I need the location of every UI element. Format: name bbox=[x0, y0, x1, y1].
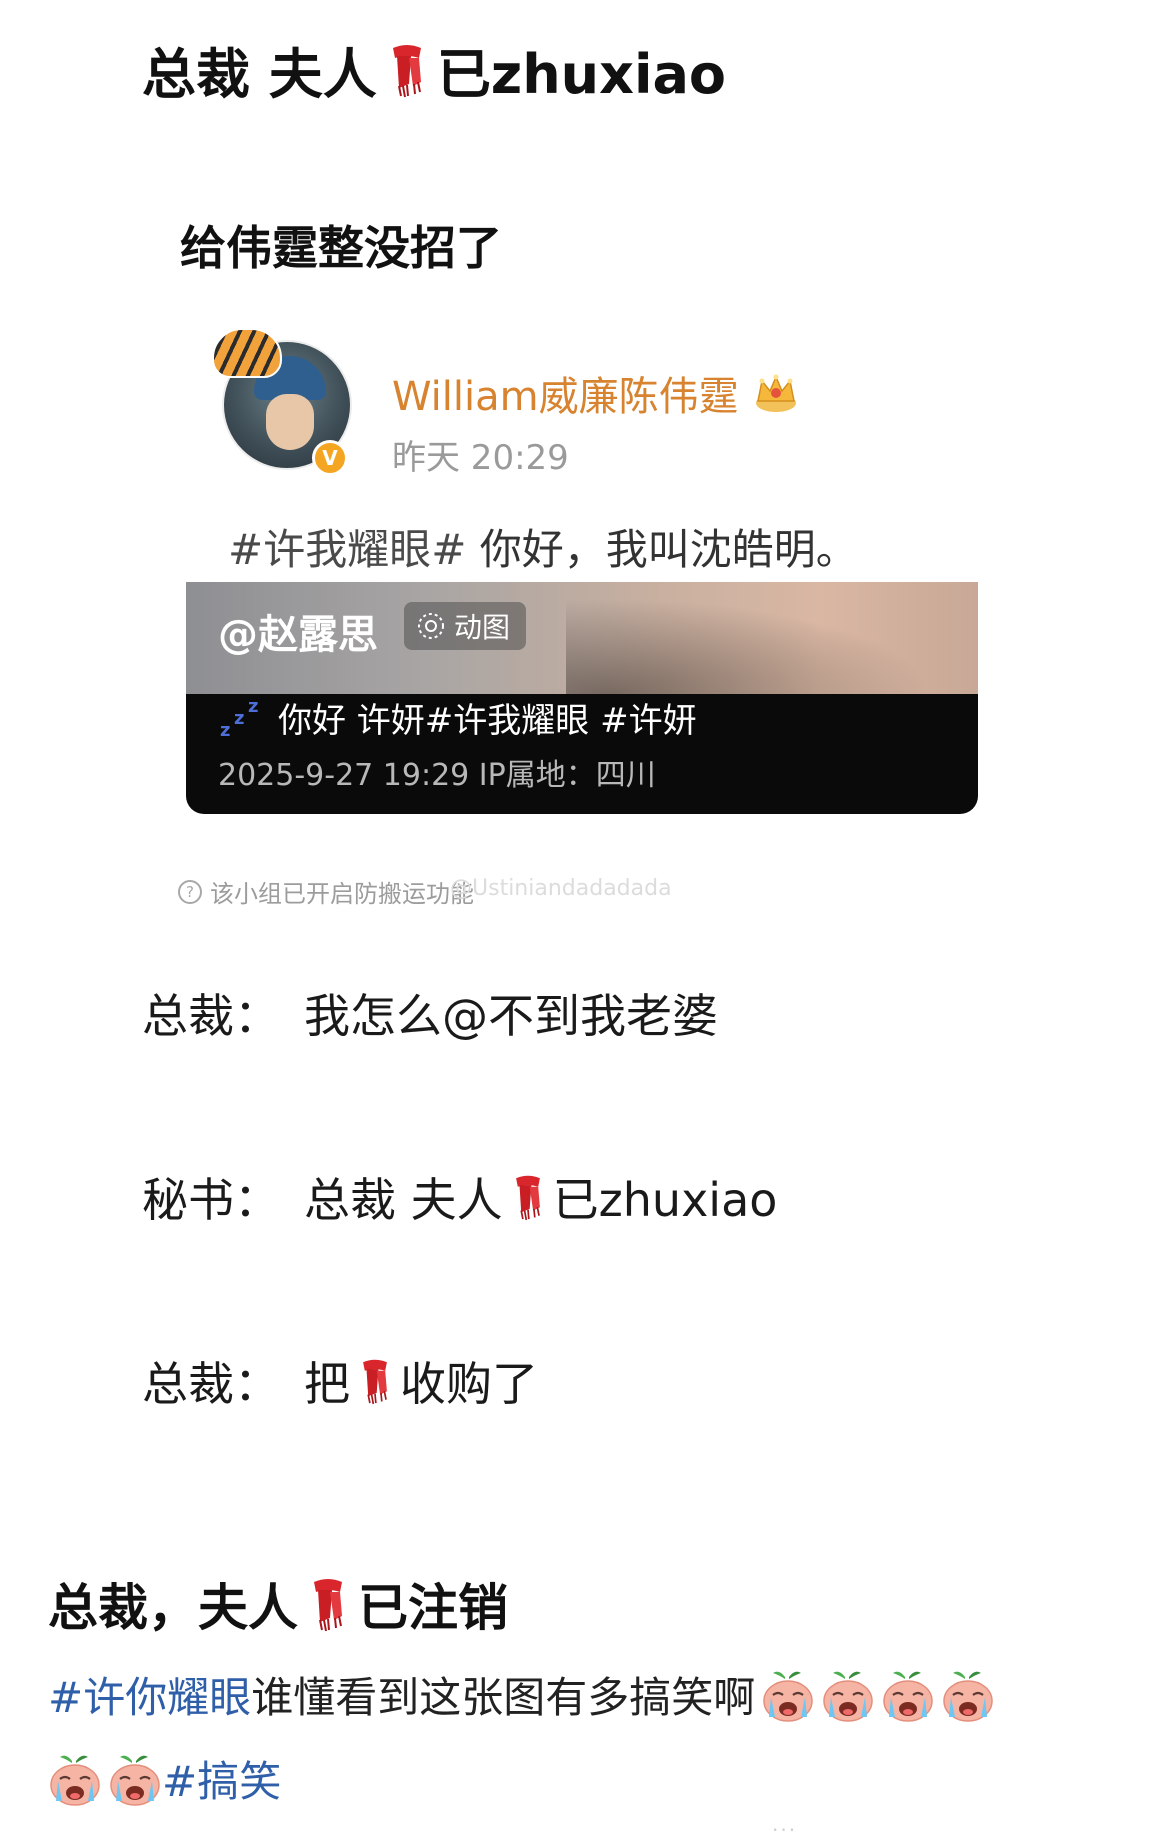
header-title-prefix: 总裁 夫人 bbox=[142, 43, 377, 106]
footer-hashtag[interactable]: #搞笑 bbox=[162, 1748, 281, 1809]
dialog-text-suffix: 已zhuxiao bbox=[552, 1173, 778, 1227]
embedded-mention[interactable]: @赵露思 bbox=[218, 602, 378, 660]
zzz-icon: z z z bbox=[220, 696, 258, 741]
gif-label: 动图 bbox=[454, 611, 511, 644]
scarf-icon bbox=[308, 1576, 348, 1632]
crying-face-icon bbox=[48, 1751, 102, 1807]
scarf-icon bbox=[358, 1356, 392, 1406]
footer-title-prefix: 总裁，夫人 bbox=[48, 1579, 298, 1637]
crying-face-icon bbox=[108, 1751, 162, 1807]
crying-face-icon bbox=[941, 1667, 995, 1723]
svg-text:z: z bbox=[248, 696, 258, 717]
embedded-caption-text: 你好 许妍#许我耀眼 #许妍 bbox=[278, 700, 697, 741]
dialog-line-2: 秘书： 总裁 夫人 已zhuxiao bbox=[142, 1164, 777, 1230]
post-author-name[interactable]: William威廉陈伟霆 bbox=[392, 364, 799, 422]
dialog-text: 我怎么@不到我老婆 bbox=[304, 989, 718, 1043]
image-shadow bbox=[566, 582, 978, 694]
watermark: @Ustiniandadadada bbox=[450, 876, 672, 901]
question-icon: ? bbox=[178, 879, 202, 904]
post-text: #许我耀眼# 你好，我叫沈皓明。 bbox=[228, 516, 858, 577]
crying-face-icon bbox=[821, 1667, 875, 1723]
crown-icon bbox=[755, 374, 796, 412]
verified-badge-icon: V bbox=[312, 440, 348, 476]
gif-tag: 动图 bbox=[404, 602, 527, 650]
header-title-suffix: 已zhuxiao bbox=[436, 43, 727, 106]
svg-text:z: z bbox=[220, 720, 230, 741]
dialog-text-prefix: 把 bbox=[304, 1357, 350, 1411]
embedded-post-card[interactable]: @赵露思 动图 z z z 你好 许妍#许我耀眼 #许妍 2025-9-27 1… bbox=[186, 582, 978, 814]
face-shape bbox=[266, 394, 314, 450]
footer-caption-text: 谁懂看到这张图有多搞笑啊 bbox=[251, 1673, 756, 1722]
header-subtitle: 给伟霆整没招了 bbox=[180, 221, 502, 275]
post-hashtag[interactable]: #许我耀眼# bbox=[228, 525, 466, 574]
embedded-caption: z z z 你好 许妍#许我耀眼 #许妍 bbox=[218, 692, 697, 742]
dialog-text-suffix: 收购了 bbox=[400, 1357, 538, 1411]
author-name-text: William威廉陈伟霆 bbox=[392, 374, 739, 420]
scarf-icon bbox=[387, 42, 427, 98]
dialog-text-prefix: 总裁 夫人 bbox=[304, 1173, 503, 1227]
svg-text:z: z bbox=[234, 708, 244, 729]
more-indicator: ··· bbox=[772, 1818, 798, 1842]
anti-repost-notice: ? 该小组已开启防搬运功能 bbox=[178, 874, 474, 909]
dialog-speaker: 秘书： bbox=[142, 1173, 280, 1227]
header-title: 总裁 夫人 已zhuxiao bbox=[142, 30, 726, 109]
dialog-line-1: 总裁： 我怎么@不到我老婆 bbox=[142, 980, 718, 1046]
footer-title-suffix: 已注销 bbox=[358, 1579, 508, 1637]
crying-face-icon bbox=[881, 1667, 935, 1723]
notice-text: 该小组已开启防搬运功能 bbox=[210, 880, 474, 908]
footer-hashtag[interactable]: #许你耀眼 bbox=[48, 1664, 251, 1725]
gif-icon bbox=[418, 613, 444, 639]
post-body: 你好，我叫沈皓明。 bbox=[466, 525, 858, 574]
crying-face-icon bbox=[761, 1667, 815, 1723]
footer-caption-line-1: #许你耀眼 谁懂看到这张图有多搞笑啊 bbox=[48, 1664, 995, 1725]
footer-title: 总裁，夫人 已注销 bbox=[48, 1568, 508, 1640]
scarf-icon bbox=[511, 1172, 545, 1222]
dialog-speaker: 总裁： bbox=[142, 1357, 280, 1411]
dialog-speaker: 总裁： bbox=[142, 989, 280, 1043]
dialog-line-3: 总裁： 把 收购了 bbox=[142, 1348, 538, 1414]
footer-caption-line-2: #搞笑 bbox=[48, 1748, 281, 1809]
post-timestamp: 昨天 20:29 bbox=[392, 438, 569, 478]
embedded-meta: 2025-9-27 19:29 IP属地：四川 bbox=[218, 758, 656, 793]
page: 总裁 夫人 已zhuxiao 给伟霆整没招了 V William威廉陈伟霆 昨天… bbox=[0, 0, 1169, 1845]
tiger-avatar-decoration-icon bbox=[212, 328, 282, 378]
